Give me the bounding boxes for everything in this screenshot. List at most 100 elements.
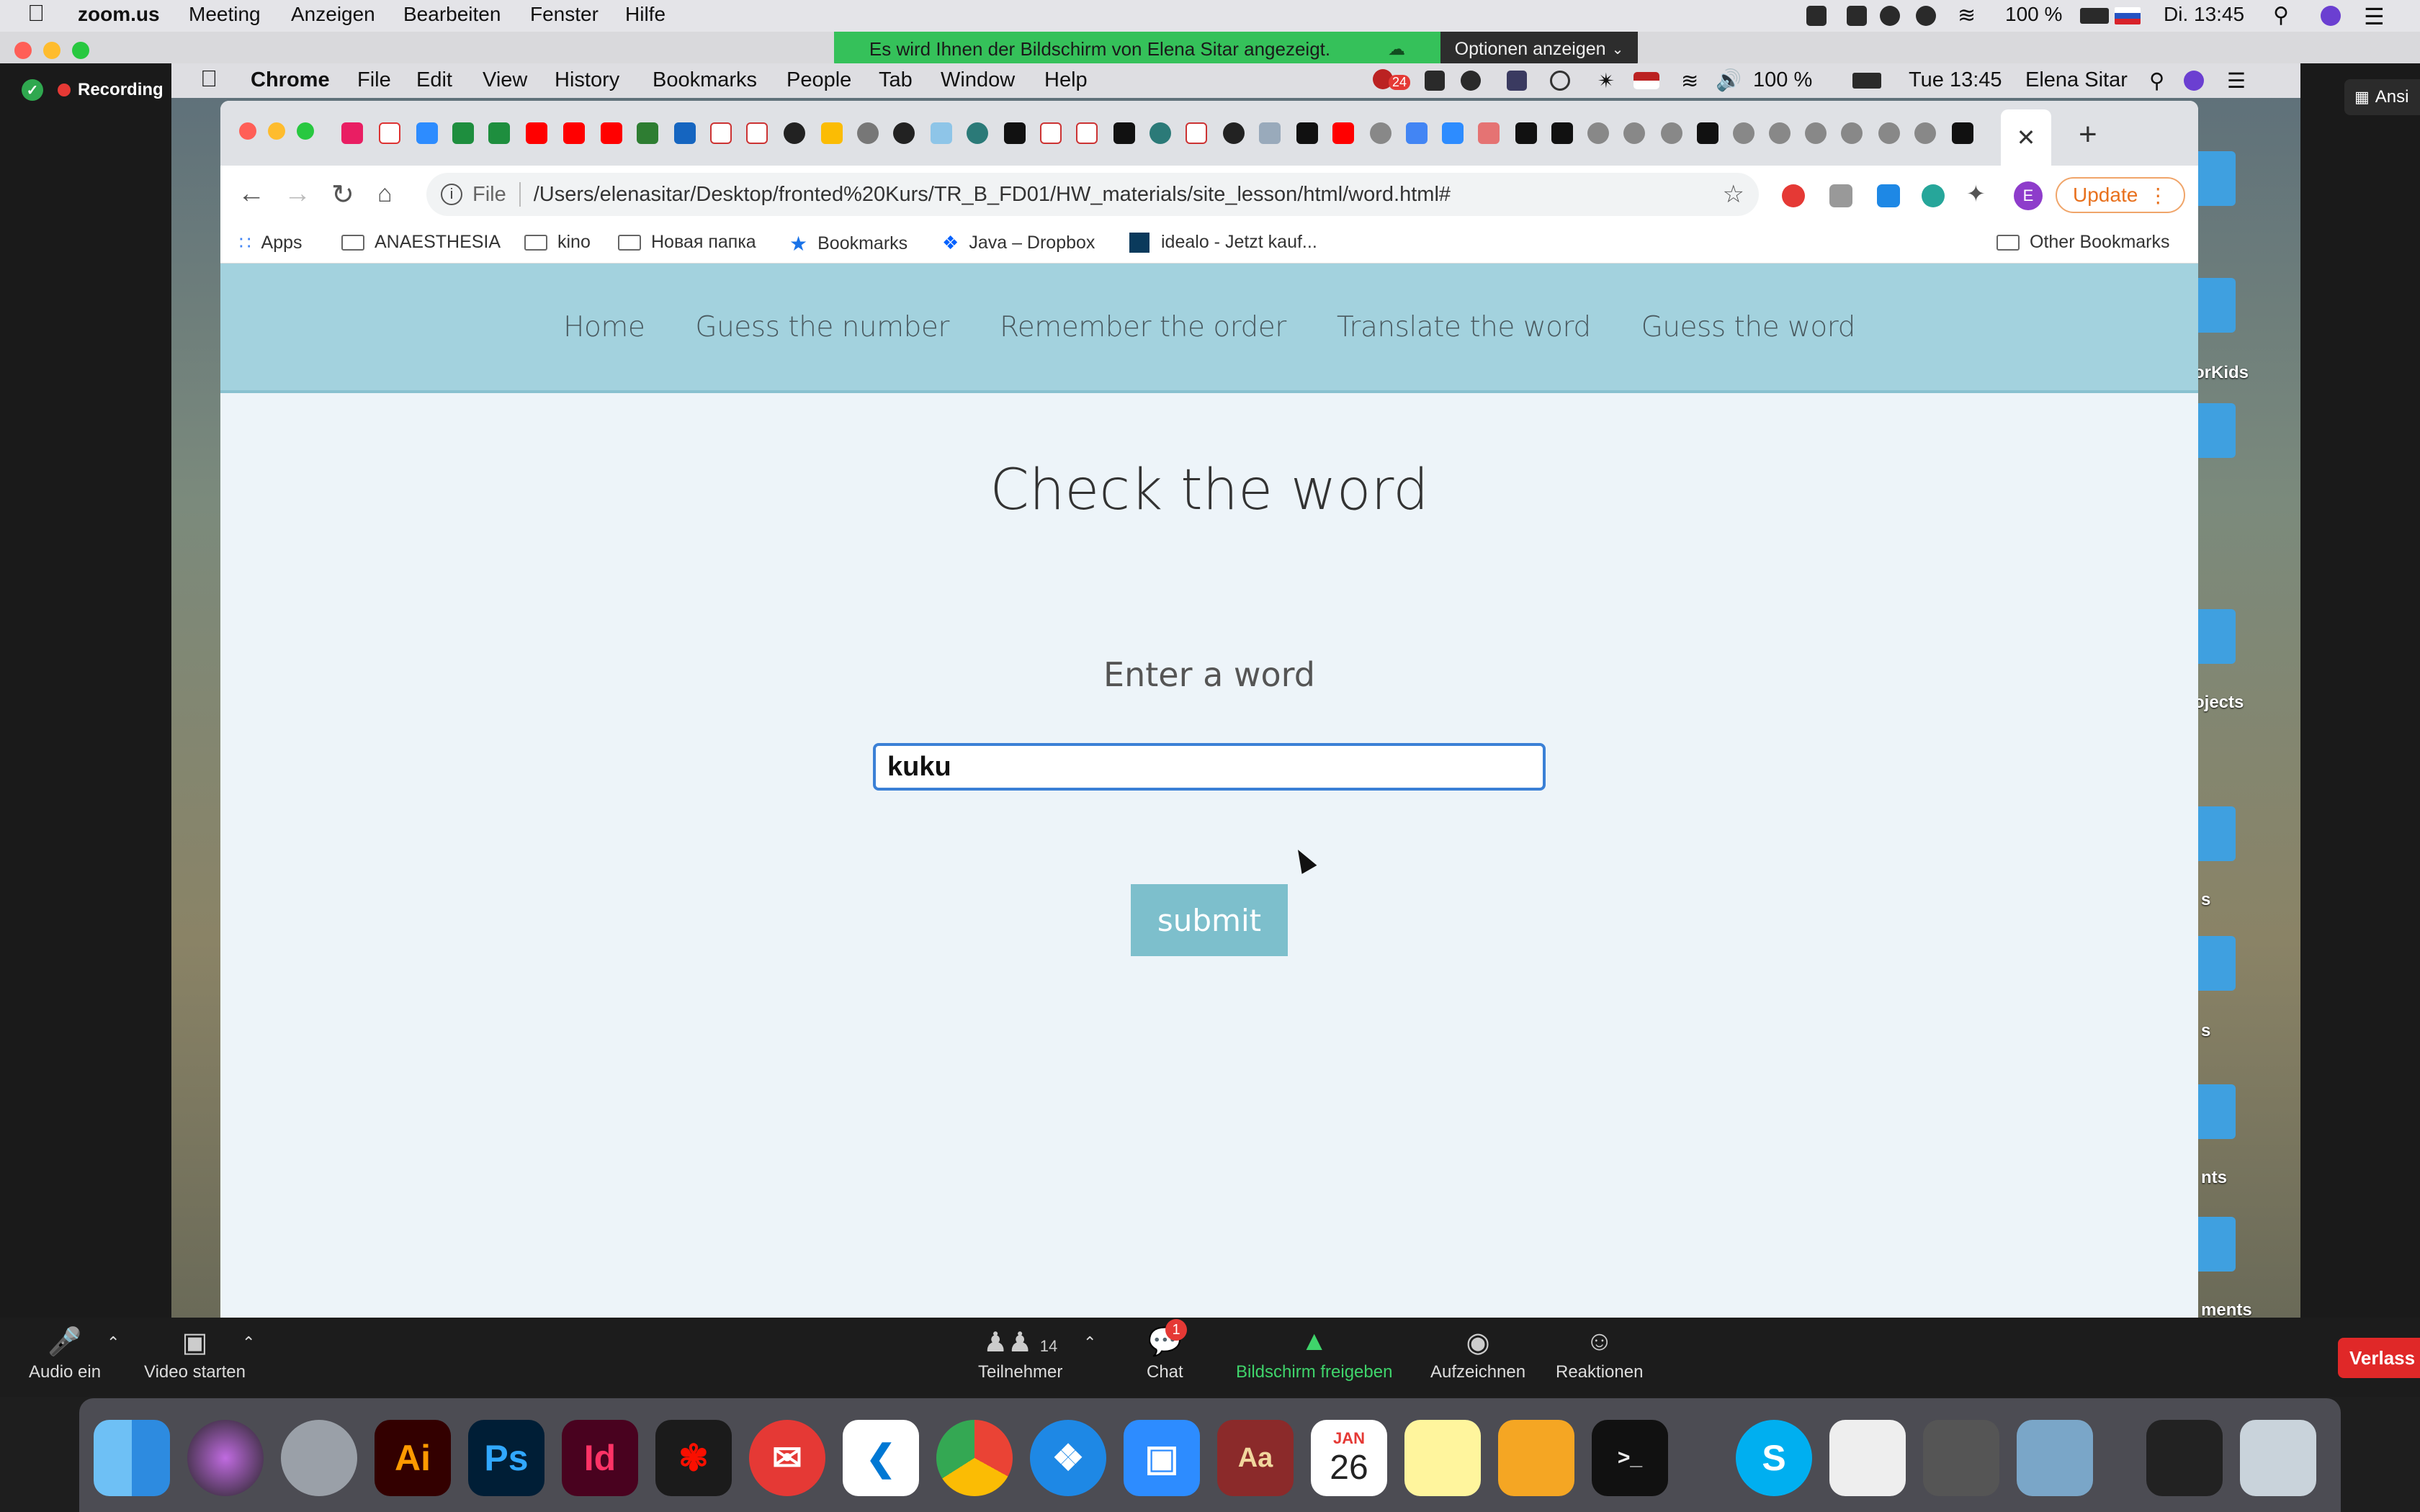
address-bar[interactable]: i File /Users/elenasitar/Desktop/fronted… [426,173,1759,216]
forward-icon[interactable]: → [284,179,311,210]
tab-favicon[interactable] [1914,122,1936,144]
nav-guess-word[interactable]: Guess the word [1641,311,1856,343]
textedit-icon[interactable] [1829,1420,1906,1496]
menu-history[interactable]: History [555,68,619,92]
screen-icon[interactable] [1847,6,1867,26]
indesign-icon[interactable]: Id [562,1420,638,1496]
desktop-folder-icon[interactable] [2192,936,2236,991]
launchpad-icon[interactable] [281,1420,357,1496]
wifi-icon[interactable]: ≋ [1681,68,1698,94]
update-button[interactable]: Update ⋮ [2056,177,2185,213]
tab-favicon-drive[interactable] [821,122,843,144]
cloud-icon[interactable] [1916,6,1936,26]
back-icon[interactable]: ← [238,179,265,210]
share-screen-button[interactable]: ▲ Bildschirm freigeben [1236,1326,1392,1382]
tab-favicon[interactable] [1186,122,1207,144]
siri-icon[interactable] [2321,6,2341,26]
illustrator-icon[interactable]: Ai [375,1420,451,1496]
control-center-icon[interactable]: ☰ [2364,3,2385,30]
tab-favicon[interactable] [857,122,879,144]
tab-favicon-github[interactable] [1223,122,1245,144]
zoom-icon[interactable]: ▣ [1124,1420,1200,1496]
bookmark-new-folder[interactable]: Новая папка [618,232,756,253]
status-icon[interactable] [1425,71,1445,91]
tab-favicon[interactable] [1661,122,1682,144]
close-window-icon[interactable] [239,122,256,140]
tab-favicon-github[interactable] [893,122,915,144]
tab-favicon-youtube[interactable] [563,122,585,144]
audio-button[interactable]: 🎤 Audio ein [29,1326,101,1382]
desktop-folder-icon[interactable] [2192,278,2236,333]
word-input[interactable] [873,743,1546,791]
zoom-window-icon[interactable] [72,42,89,59]
apple-icon[interactable]:  [200,66,218,92]
skype-icon[interactable]: S [1736,1420,1812,1496]
tab-favicon-docs[interactable] [1406,122,1428,144]
wifi-icon[interactable]: ≋ [1958,3,1976,28]
tab-favicon-youtube[interactable] [1332,122,1354,144]
bookmark-anaesthesia[interactable]: ANAESTHESIA [341,232,501,253]
desktop-folder-icon[interactable] [2192,151,2236,206]
bookmark-star-icon[interactable]: ☆ [1723,180,1744,209]
tab-favicon[interactable] [1515,122,1537,144]
tab-favicon[interactable] [1551,122,1573,144]
recording-indicator[interactable]: ✓ Recording [22,79,163,101]
nav-guess-number[interactable]: Guess the number [695,311,949,343]
menu-meeting[interactable]: Meeting [189,3,261,26]
photoshop-icon[interactable]: Ps [468,1420,544,1496]
acrobat-icon[interactable]: ✾ [655,1420,732,1496]
extension-icon[interactable] [1829,184,1852,207]
reactions-button[interactable]: ☺ Reaktionen [1556,1326,1643,1382]
adblock-extension-icon[interactable] [1782,184,1805,207]
tab-favicon[interactable] [1733,122,1754,144]
menu-anzeigen[interactable]: Anzeigen [291,3,375,26]
reload-icon[interactable]: ↻ [331,179,354,211]
tab-favicon[interactable] [1259,122,1281,144]
menu-fenster[interactable]: Fenster [530,3,599,26]
dictionary-icon[interactable]: Aa [1217,1420,1294,1496]
nav-home[interactable]: Home [563,311,645,343]
minimize-window-icon[interactable] [268,122,285,140]
tab-favicon-gmail[interactable] [379,122,400,144]
flag-us-icon[interactable] [1634,72,1659,89]
notes-icon[interactable] [1404,1420,1481,1496]
bluetooth-icon[interactable]: ✴ [1597,68,1615,94]
tab-favicon[interactable] [1878,122,1900,144]
menu-help[interactable]: Help [1044,68,1088,92]
new-tab-button[interactable]: + [2079,117,2097,153]
menu-hilfe[interactable]: Hilfe [625,3,666,26]
volume-icon[interactable]: 🔊 [1716,68,1742,93]
safari-icon[interactable]: ❖ [1030,1420,1106,1496]
bookmark-apps[interactable]: ∷ Apps [239,232,302,254]
trash-icon[interactable] [2240,1420,2316,1496]
cloud-icon[interactable] [1461,71,1481,91]
desktop-folder-icon[interactable] [2192,609,2236,664]
tab-favicon-zoom[interactable] [1442,122,1464,144]
tab-favicon[interactable] [1587,122,1609,144]
menu-tab[interactable]: Tab [879,68,913,92]
menu-people[interactable]: People [786,68,851,92]
bookmark-bookmarks[interactable]: ★ Bookmarks [789,232,908,256]
bookmark-kino[interactable]: kino [524,232,591,253]
tab-favicon[interactable] [674,122,696,144]
apple-icon[interactable]:  [27,0,45,27]
nav-remember-order[interactable]: Remember the order [1000,311,1286,343]
shield-icon[interactable] [1507,71,1527,91]
preview-icon[interactable] [2017,1420,2093,1496]
tab-favicon-youtube[interactable] [601,122,622,144]
tab-favicon[interactable] [1113,122,1135,144]
menu-app-name[interactable]: zoom.us [78,3,160,26]
participants-button[interactable]: ♟♟ 14 Teilnehmer [978,1326,1062,1382]
record-button[interactable]: ◉ Aufzeichnen [1430,1326,1525,1382]
terminal-icon[interactable]: >_ [1592,1420,1668,1496]
tab-favicon[interactable] [710,122,732,144]
tab-favicon-zoom[interactable] [416,122,438,144]
tab-favicon[interactable] [1150,122,1171,144]
submit-button[interactable]: submit [1131,884,1288,956]
calendar-icon[interactable]: JAN 26 [1311,1420,1387,1496]
menu-window[interactable]: Window [941,68,1015,92]
chevron-up-icon[interactable]: ⌃ [242,1333,255,1352]
finder-icon[interactable] [94,1420,170,1496]
desktop-folder-icon[interactable] [2192,403,2236,458]
flag-russia-icon[interactable] [2115,7,2141,24]
